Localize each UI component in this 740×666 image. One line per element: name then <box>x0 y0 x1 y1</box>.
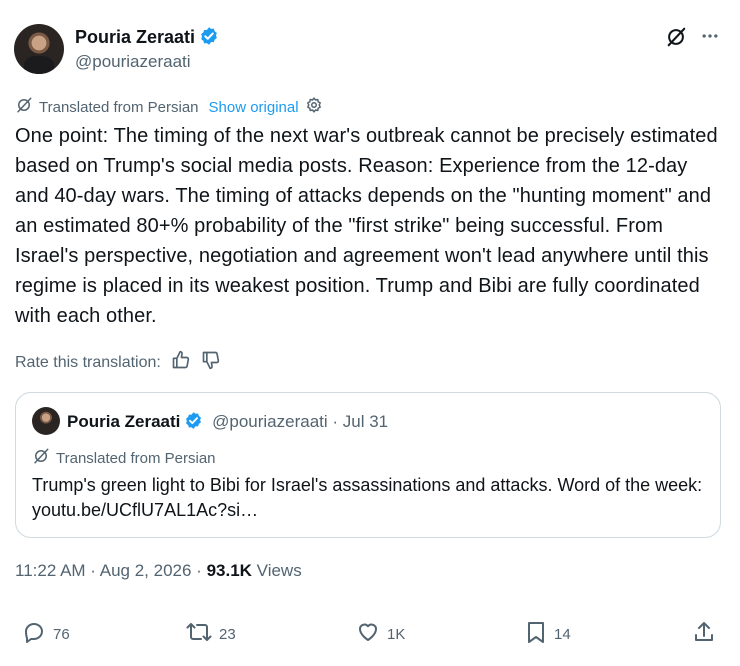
share-button[interactable] <box>692 620 716 648</box>
gear-icon[interactable] <box>305 96 323 118</box>
reply-count: 76 <box>53 625 70 643</box>
rate-translation: Rate this translation: <box>15 350 221 375</box>
heart-icon <box>356 620 380 648</box>
action-bar: 76 23 1K 14 <box>0 620 740 652</box>
quoted-post[interactable]: Pouria Zeraati @pouriazeraati · Jul 31 T… <box>15 392 721 538</box>
thumbs-down-icon[interactable] <box>201 350 221 375</box>
rate-label: Rate this translation: <box>15 353 161 371</box>
reply-button[interactable]: 76 <box>22 620 70 648</box>
quoted-translation-label: Translated from Persian <box>56 449 216 467</box>
quoted-translation-info: Translated from Persian <box>32 447 216 469</box>
author-name[interactable]: Pouria Zeraati <box>75 27 195 47</box>
repost-button[interactable]: 23 <box>186 620 236 648</box>
reply-icon <box>22 620 46 648</box>
translate-icon <box>15 96 33 118</box>
author-avatar[interactable] <box>14 24 64 74</box>
meta-separator: · <box>85 561 100 580</box>
quoted-separator: · <box>327 412 343 431</box>
share-icon <box>692 620 716 648</box>
more-options-icon[interactable] <box>700 26 720 51</box>
author-name-row[interactable]: Pouria Zeraati <box>75 26 219 51</box>
quoted-avatar <box>32 407 60 435</box>
like-count: 1K <box>387 625 406 643</box>
grok-icon[interactable] <box>665 26 687 53</box>
author-handle[interactable]: @pouriazeraati <box>75 52 191 72</box>
repost-count: 23 <box>219 625 236 643</box>
show-original-link[interactable]: Show original <box>209 99 299 116</box>
translate-icon <box>32 447 50 469</box>
quoted-verified-badge-icon <box>184 411 203 435</box>
repost-icon <box>186 620 212 648</box>
views-count: 93.1K <box>206 561 252 580</box>
post-text: One point: The timing of the next war's … <box>15 125 718 327</box>
quoted-date: Jul 31 <box>342 412 389 431</box>
quoted-text: Trump's green light to Bibi for Israel's… <box>32 475 703 520</box>
like-button[interactable]: 1K <box>356 620 405 648</box>
thumbs-up-icon[interactable] <box>171 350 191 375</box>
quoted-author-name: Pouria Zeraati <box>67 412 181 431</box>
quoted-handle: @pouriazeraati <box>212 412 328 431</box>
views-label: Views <box>251 561 302 580</box>
translation-label: Translated from Persian <box>39 98 199 116</box>
quoted-header: Pouria Zeraati @pouriazeraati · Jul 31 <box>67 411 388 435</box>
bookmark-icon <box>525 620 547 648</box>
post-date[interactable]: Aug 2, 2026 <box>100 561 192 580</box>
bookmark-button[interactable]: 14 <box>525 620 571 648</box>
translation-info: Translated from Persian Show original <box>15 96 323 118</box>
post-time[interactable]: 11:22 AM <box>15 561 86 580</box>
verified-badge-icon[interactable] <box>199 26 219 51</box>
post-meta: 11:22 AM · Aug 2, 2026 · 93.1K Views <box>15 561 302 580</box>
bookmark-count: 14 <box>554 625 571 643</box>
